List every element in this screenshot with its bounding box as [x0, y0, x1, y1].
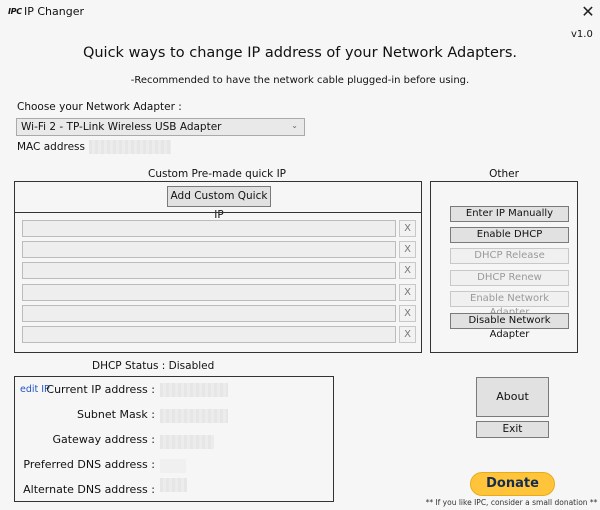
remove-quick-ip-2-button[interactable]: X	[399, 241, 416, 258]
exit-button[interactable]: Exit	[476, 421, 549, 438]
dhcp-renew-button[interactable]: DHCP Renew	[450, 270, 569, 286]
adapter-dropdown[interactable]: Wi-Fi 2 - TP-Link Wireless USB Adapter ⌄	[16, 118, 305, 136]
other-panel-title: Other	[489, 168, 519, 180]
enable-dhcp-button[interactable]: Enable DHCP	[450, 227, 569, 243]
remove-quick-ip-6-button[interactable]: X	[399, 326, 416, 343]
preferred-dns-value	[160, 459, 186, 473]
remove-quick-ip-3-button[interactable]: X	[399, 262, 416, 279]
quick-ip-slot-6[interactable]	[22, 326, 396, 343]
alternate-dns-label: Alternate DNS address :	[23, 483, 155, 496]
version-label: v1.0	[571, 29, 593, 40]
alternate-dns-value	[160, 478, 187, 492]
current-ip-label: Current IP address :	[46, 383, 155, 396]
enter-ip-manually-button[interactable]: Enter IP Manually	[450, 206, 569, 222]
adapter-label: Choose your Network Adapter :	[17, 101, 182, 113]
close-icon[interactable]: ✕	[578, 2, 598, 22]
preferred-dns-label: Preferred DNS address :	[23, 458, 155, 471]
remove-quick-ip-1-button[interactable]: X	[399, 220, 416, 237]
adapter-selected-value: Wi-Fi 2 - TP-Link Wireless USB Adapter	[21, 121, 222, 133]
mac-address-label: MAC address :	[17, 141, 92, 153]
remove-quick-ip-4-button[interactable]: X	[399, 284, 416, 301]
enable-network-adapter-button[interactable]: Enable Network Adapter	[450, 291, 569, 318]
mac-address-value	[89, 140, 171, 154]
add-custom-quick-ip-button[interactable]: Add Custom Quick IP	[167, 186, 271, 221]
page-heading: Quick ways to change IP address of your …	[82, 45, 518, 61]
quick-ip-slot-3[interactable]	[22, 262, 396, 279]
subnet-mask-value	[160, 409, 228, 423]
custom-quick-ip-title: Custom Pre-made quick IP	[147, 168, 287, 180]
disable-network-adapter-button[interactable]: Disable Network Adapter	[450, 313, 569, 340]
donate-note: ** If you like IPC, consider a small don…	[425, 498, 598, 507]
subnet-mask-label: Subnet Mask :	[76, 408, 155, 421]
dhcp-status-label: DHCP Status :	[92, 360, 166, 372]
page-subheading: -Recommended to have the network cable p…	[130, 75, 470, 86]
chevron-down-icon: ⌄	[291, 121, 298, 130]
quick-ip-slot-4[interactable]	[22, 284, 396, 301]
dhcp-status: DHCP Status : Disabled	[92, 360, 214, 372]
dhcp-status-value: Disabled	[168, 360, 215, 372]
window-title: IP Changer	[24, 5, 85, 18]
donate-button[interactable]: Donate	[470, 472, 555, 496]
quick-ip-slot-5[interactable]	[22, 305, 396, 322]
current-ip-value	[160, 383, 228, 397]
dhcp-release-button[interactable]: DHCP Release	[450, 248, 569, 264]
app-logo: IPC	[8, 7, 22, 16]
remove-quick-ip-5-button[interactable]: X	[399, 305, 416, 322]
quick-ip-slot-2[interactable]	[22, 241, 396, 258]
quick-ip-slot-1[interactable]	[22, 220, 396, 237]
about-button[interactable]: About	[476, 377, 549, 417]
gateway-address-label: Gateway address :	[52, 433, 155, 446]
gateway-address-value	[160, 435, 214, 449]
